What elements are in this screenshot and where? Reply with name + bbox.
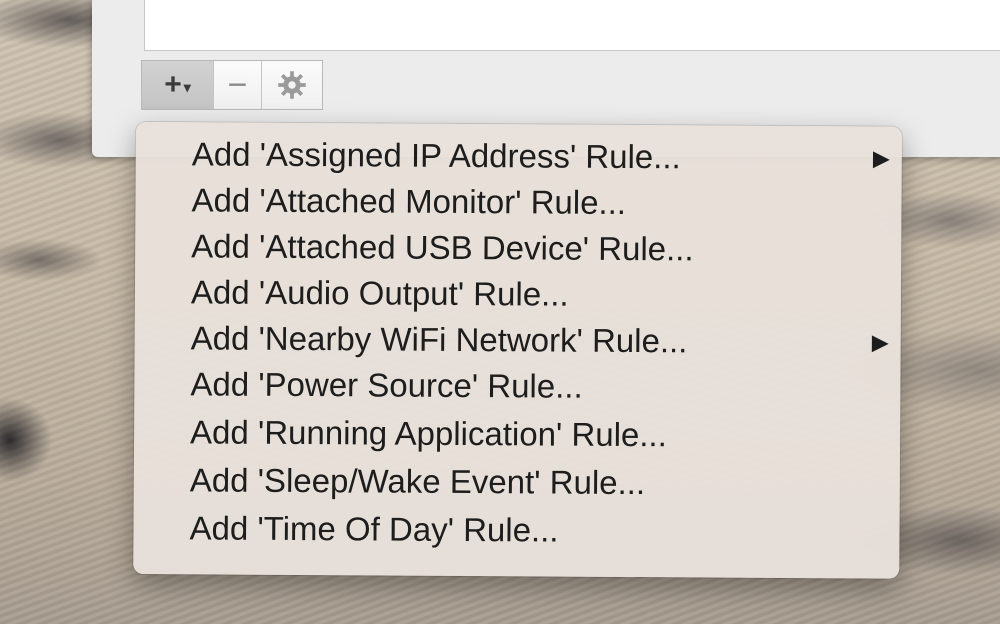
menu-item-label: Add 'Running Application' Rule... xyxy=(189,413,667,454)
menu-item-running-application[interactable]: Add 'Running Application' Rule... xyxy=(190,410,880,458)
rules-list[interactable] xyxy=(144,0,1000,51)
menu-item-attached-monitor[interactable]: Add 'Attached Monitor' Rule... xyxy=(191,178,881,226)
menu-item-label: Add 'Audio Output' Rule... xyxy=(190,273,569,313)
menu-item-audio-output[interactable]: Add 'Audio Output' Rule... xyxy=(191,270,881,318)
add-rule-menu: Add 'Assigned IP Address' Rule... ▶ Add … xyxy=(133,122,902,579)
minus-icon: − xyxy=(227,65,248,104)
menu-item-label: Add 'Attached Monitor' Rule... xyxy=(191,181,627,221)
gear-icon xyxy=(278,71,306,99)
menu-item-assigned-ip-address[interactable]: Add 'Assigned IP Address' Rule... ▶ xyxy=(191,132,890,180)
remove-rule-button[interactable]: − xyxy=(214,61,262,109)
chevron-down-icon: ▾ xyxy=(183,78,191,95)
submenu-arrow-icon: ▶ xyxy=(871,329,889,355)
submenu-arrow-icon: ▶ xyxy=(872,145,890,171)
menu-item-label: Add 'Sleep/Wake Event' Rule... xyxy=(189,461,646,502)
menu-item-sleep-wake-event[interactable]: Add 'Sleep/Wake Event' Rule... xyxy=(190,458,880,506)
menu-item-attached-usb-device[interactable]: Add 'Attached USB Device' Rule... xyxy=(191,224,881,272)
menu-item-label: Add 'Time Of Day' Rule... xyxy=(189,509,559,549)
menu-item-label: Add 'Assigned IP Address' Rule... xyxy=(191,135,681,176)
add-rule-button[interactable]: + ▾ xyxy=(142,61,214,109)
menu-item-label: Add 'Attached USB Device' Rule... xyxy=(191,227,694,268)
menu-item-time-of-day[interactable]: Add 'Time Of Day' Rule... xyxy=(189,506,879,554)
rule-button-bar: + ▾ − xyxy=(141,60,323,110)
menu-item-label: Add 'Power Source' Rule... xyxy=(190,365,583,405)
plus-icon: + xyxy=(164,68,182,101)
menu-item-power-source[interactable]: Add 'Power Source' Rule... xyxy=(190,362,880,410)
rule-settings-button[interactable] xyxy=(262,61,322,109)
menu-item-label: Add 'Nearby WiFi Network' Rule... xyxy=(190,319,688,360)
menu-item-nearby-wifi-network[interactable]: Add 'Nearby WiFi Network' Rule... ▶ xyxy=(190,316,889,364)
